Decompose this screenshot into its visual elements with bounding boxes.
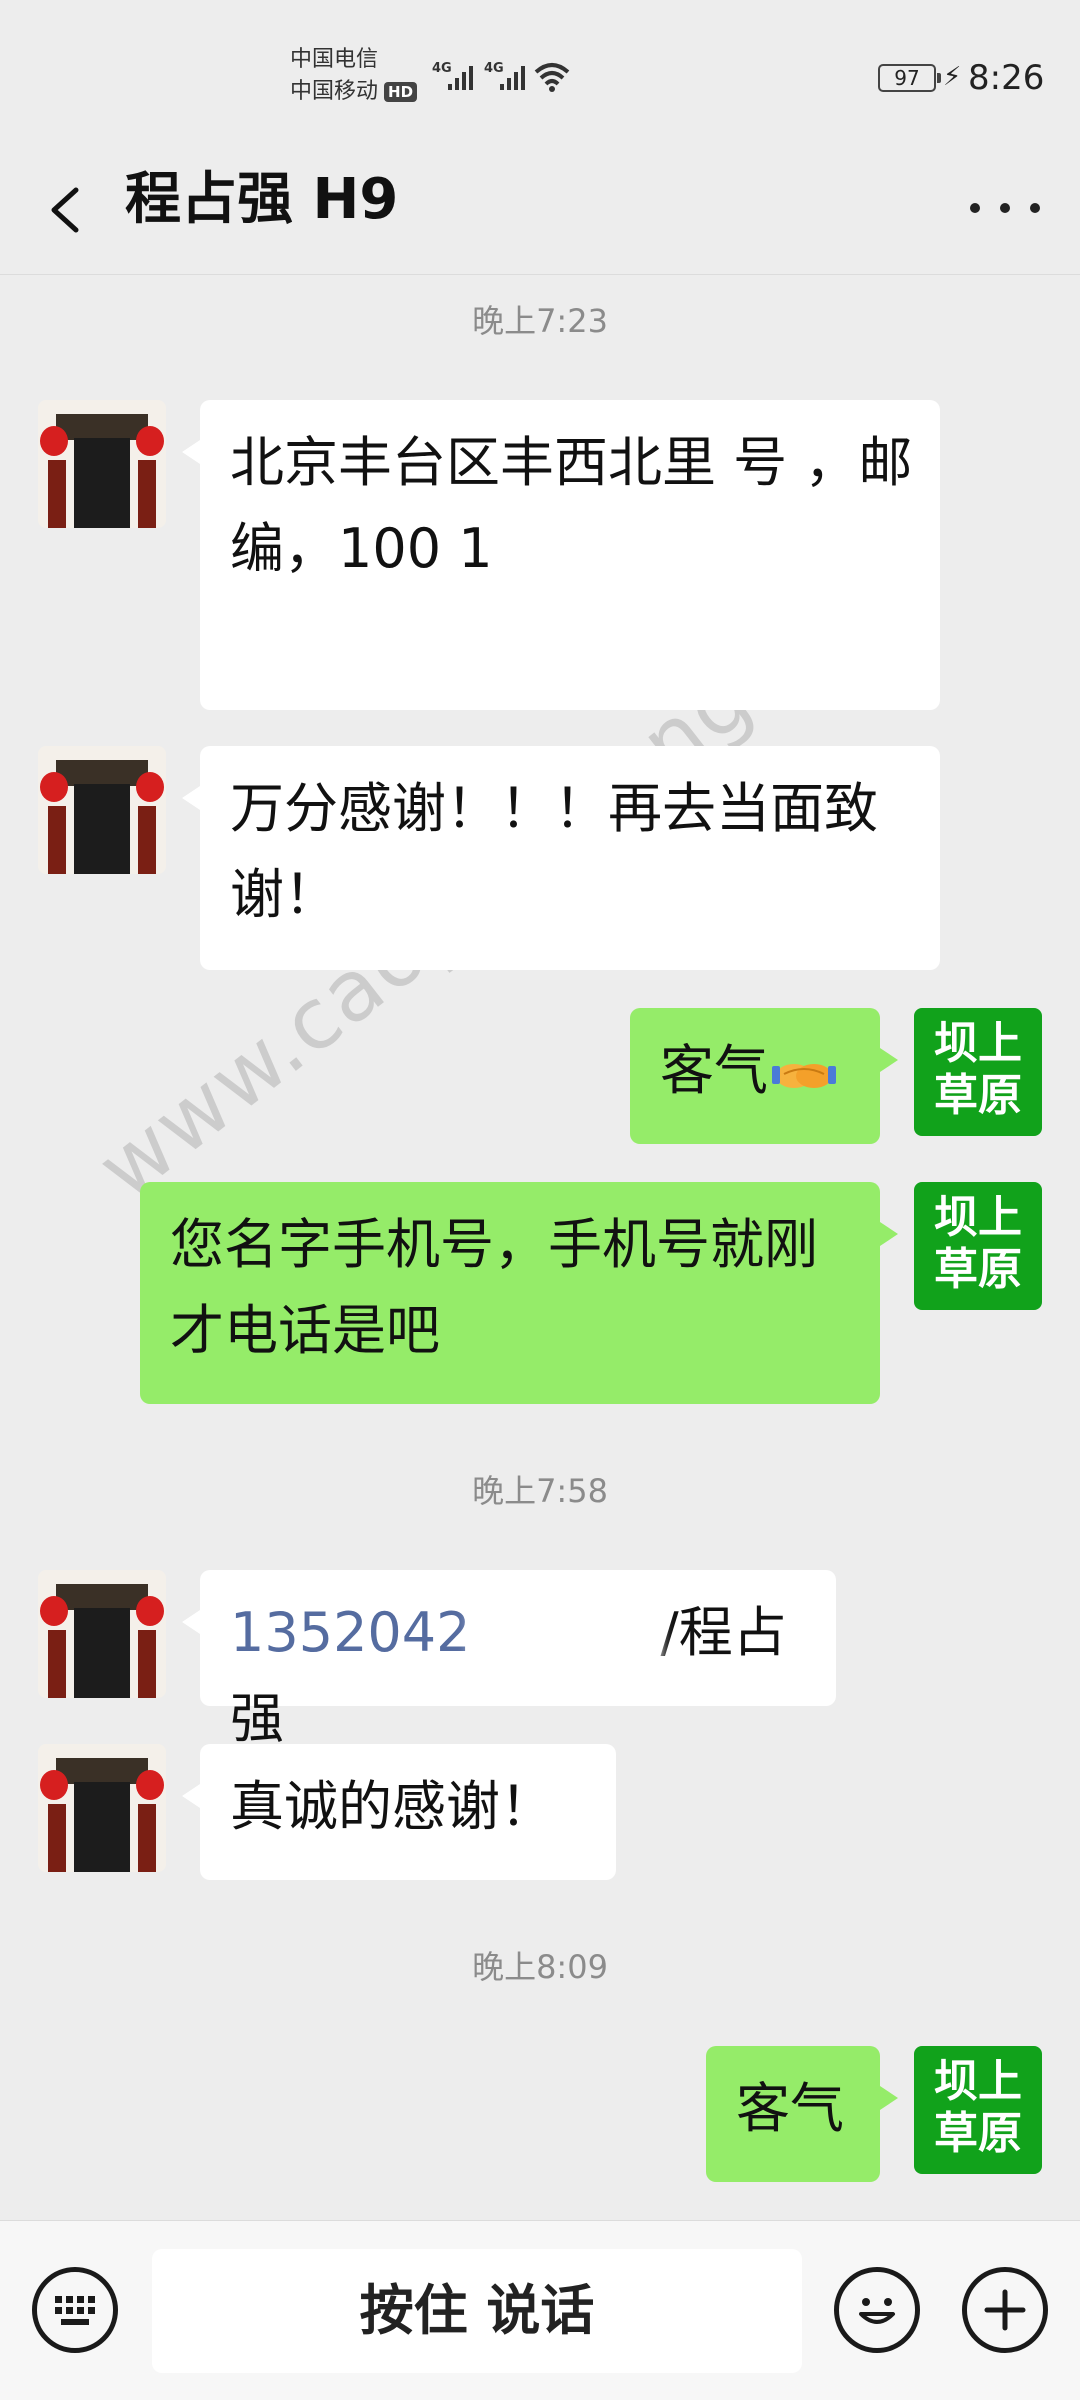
plus-icon[interactable]	[962, 2267, 1048, 2353]
hd-badge: HD	[384, 82, 418, 102]
timestamp: 晚上7:58	[472, 1472, 608, 1510]
battery-level: 97	[894, 66, 920, 90]
carrier-info: 中国电信 中国移动 HD	[290, 44, 418, 108]
my-avatar-line2: 草原	[934, 2108, 1022, 2159]
message-bubble-incoming[interactable]: 北京丰台区丰西北里 号 ，邮编，100 1	[182, 400, 940, 710]
contact-avatar[interactable]	[38, 400, 166, 528]
chat-title: 程占强 H9	[125, 167, 399, 232]
network-2-label: 4G	[484, 61, 504, 76]
header-divider	[0, 274, 1080, 275]
my-avatar[interactable]: 坝上 草原	[914, 2046, 1042, 2174]
my-avatar-line1: 坝上	[934, 1018, 1022, 1069]
redacted-area	[470, 1608, 661, 1665]
contact-avatar[interactable]	[38, 1570, 166, 1698]
message-bubble-incoming[interactable]: 万分感谢！！！再去当面致谢！	[182, 746, 940, 970]
my-avatar[interactable]: 坝上 草原	[914, 1182, 1042, 1310]
keyboard-glyph	[55, 2296, 95, 2325]
signal-icon: 4G 4G	[432, 61, 570, 92]
battery-icon: 97	[878, 64, 941, 92]
carrier-1: 中国电信	[290, 47, 379, 72]
message-bubble-outgoing[interactable]: 客气	[630, 1008, 898, 1144]
my-avatar-line2: 草原	[934, 1244, 1022, 1295]
more-icon[interactable]	[970, 178, 1040, 238]
message-bubble-outgoing[interactable]: 您名字手机号，手机号就刚才电话是吧	[140, 1182, 898, 1404]
carrier-2: 中国移动	[290, 79, 379, 104]
input-bar: 按住 说话	[0, 2220, 1080, 2400]
network-1-label: 4G	[432, 61, 452, 76]
message-text: 客气	[660, 1039, 768, 1102]
status-bar: 中国电信 中国移动 HD 4G 4G 97 ⚡ 8:26	[0, 0, 1080, 150]
message-bubble-incoming[interactable]: 真诚的感谢！	[182, 1744, 616, 1880]
message-text: 您名字手机号，手机号就刚才电话是吧	[170, 1213, 818, 1362]
timestamp: 晚上7:23	[472, 302, 608, 340]
my-avatar-line1: 坝上	[934, 2056, 1022, 2107]
charging-icon: ⚡	[943, 62, 962, 92]
contact-avatar[interactable]	[38, 1744, 166, 1872]
contact-avatar[interactable]	[38, 746, 166, 874]
my-avatar[interactable]: 坝上 草原	[914, 1008, 1042, 1136]
message-text: 客气	[736, 2077, 844, 2140]
keyboard-icon[interactable]	[32, 2267, 118, 2353]
hold-to-talk-button[interactable]: 按住 说话	[152, 2249, 802, 2373]
back-arrow-icon[interactable]	[40, 170, 100, 250]
message-bubble-outgoing[interactable]: 客气	[706, 2046, 898, 2182]
message-text: 万分感谢！！！再去当面致谢！	[230, 777, 878, 926]
phone-number-link[interactable]: 1352042	[230, 1601, 471, 1664]
plus-glyph	[984, 2289, 1026, 2331]
handshake-icon	[772, 1064, 836, 1089]
message-bubble-incoming[interactable]: 1352042/程占强	[182, 1570, 836, 1750]
my-avatar-line1: 坝上	[934, 1192, 1022, 1243]
chat-header: 程占强 H9	[0, 150, 1080, 275]
emoji-icon[interactable]	[834, 2267, 920, 2353]
emoji-glyph	[859, 2298, 895, 2324]
message-text: 北京丰台区丰西北里 号 ，邮编，100 1	[230, 431, 913, 580]
clock: 8:26	[968, 58, 1045, 98]
message-text: 真诚的感谢！	[230, 1775, 554, 1838]
timestamp: 晚上8:09	[472, 1948, 608, 1986]
my-avatar-line2: 草原	[934, 1070, 1022, 1121]
